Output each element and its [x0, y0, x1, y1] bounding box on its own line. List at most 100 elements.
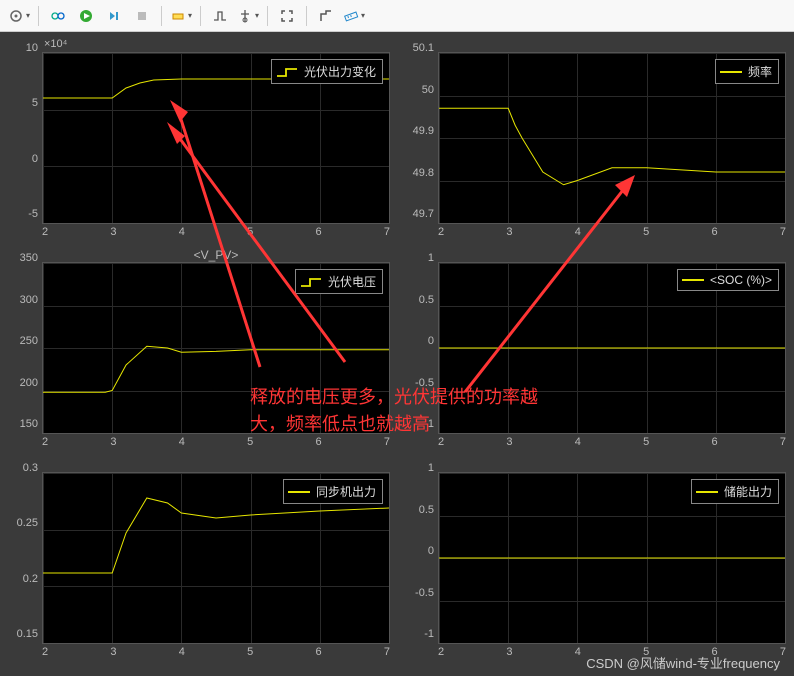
plot-multiplier — [438, 248, 786, 262]
xtick: 7 — [780, 436, 786, 448]
xtick: 4 — [575, 646, 581, 658]
legend: <SOC (%)> — [677, 269, 779, 291]
ytick: 150 — [20, 418, 38, 430]
ytick: -1 — [424, 628, 434, 640]
trigger-icon[interactable] — [313, 4, 339, 28]
ytick: 10 — [26, 42, 38, 54]
ytick: -0.5 — [415, 587, 434, 599]
step-icon — [300, 276, 322, 288]
xtick: 5 — [247, 646, 253, 658]
legend: 频率 — [715, 59, 779, 84]
xtick: 7 — [384, 436, 390, 448]
ytick: -5 — [28, 208, 38, 220]
ytick: 0.2 — [23, 573, 38, 585]
ytick: 0.3 — [23, 462, 38, 474]
xtick: 7 — [780, 226, 786, 238]
plot-title: <V_PV> — [42, 248, 390, 262]
ytick: -1 — [424, 418, 434, 430]
legend: 同步机出力 — [283, 479, 383, 504]
xtick: 7 — [384, 226, 390, 238]
fullscreen-icon[interactable] — [274, 4, 300, 28]
line-icon — [696, 491, 718, 493]
xtick: 4 — [179, 646, 185, 658]
xtick: 5 — [643, 226, 649, 238]
step-forward-icon[interactable] — [101, 4, 127, 28]
xtick: 5 — [643, 436, 649, 448]
highlight-icon[interactable]: ▾ — [168, 4, 194, 28]
legend-label: 光伏电压 — [328, 273, 376, 290]
xtick: 4 — [575, 436, 581, 448]
ytick: 0.5 — [419, 294, 434, 306]
plot-area[interactable]: 光伏出力变化 — [42, 52, 390, 224]
line-icon — [288, 491, 310, 493]
settings-icon[interactable]: ▾ — [6, 4, 32, 28]
xtick: 2 — [42, 226, 48, 238]
legend-label: <SOC (%)> — [710, 273, 772, 287]
plot-multiplier — [42, 458, 390, 472]
xtick: 6 — [712, 436, 718, 448]
plot-area[interactable]: 储能出力 — [438, 472, 786, 644]
xtick: 6 — [712, 226, 718, 238]
xtick: 2 — [438, 646, 444, 658]
line-icon — [720, 71, 742, 73]
ytick: 1 — [428, 462, 434, 474]
scope-area: 1050-5×10⁴光伏出力变化23456750.15049.949.849.7… — [0, 32, 794, 676]
plot-area[interactable]: 光伏电压 — [42, 262, 390, 434]
xtick: 3 — [506, 436, 512, 448]
xtick: 6 — [316, 646, 322, 658]
ytick: 0.5 — [419, 504, 434, 516]
ytick: 200 — [20, 377, 38, 389]
xtick: 4 — [179, 226, 185, 238]
plot-multiplier: ×10⁴ — [42, 38, 390, 52]
legend-label: 储能出力 — [724, 483, 772, 500]
ytick: 250 — [20, 335, 38, 347]
stop-icon[interactable] — [129, 4, 155, 28]
ytick: 49.9 — [413, 125, 434, 137]
xtick: 2 — [42, 436, 48, 448]
chart-sync: 0.30.250.20.15同步机出力234567 — [8, 458, 390, 658]
cursor-icon[interactable]: ▾ — [235, 4, 261, 28]
line-icon — [682, 279, 704, 281]
ytick: 1 — [428, 252, 434, 264]
xtick: 6 — [316, 436, 322, 448]
legend: 光伏电压 — [295, 269, 383, 294]
ytick: -0.5 — [415, 377, 434, 389]
run-icon[interactable] — [73, 4, 99, 28]
step-icon — [276, 66, 298, 78]
ytick: 0 — [428, 335, 434, 347]
xtick: 2 — [438, 436, 444, 448]
legend-label: 同步机出力 — [316, 483, 376, 500]
ytick: 300 — [20, 294, 38, 306]
xtick: 3 — [110, 646, 116, 658]
chart-vpv: 350300250200150<V_PV>光伏电压234567 — [8, 248, 390, 448]
ytick: 0 — [32, 153, 38, 165]
xtick: 6 — [316, 226, 322, 238]
xtick: 2 — [438, 226, 444, 238]
toolbar: ▾ ▾ ▾ ▾ — [0, 0, 794, 32]
ytick: 49.7 — [413, 208, 434, 220]
signal-icon[interactable] — [207, 4, 233, 28]
plot-area[interactable]: 同步机出力 — [42, 472, 390, 644]
chart-soc: 1 0.5 0 -0.5 -1 <SOC (%)> 2 3 4 5 6 7 — [404, 248, 786, 448]
xtick: 3 — [110, 226, 116, 238]
plot-multiplier — [438, 458, 786, 472]
xtick: 5 — [247, 226, 253, 238]
ytick: 0.25 — [17, 517, 38, 529]
chart-pv-power: 1050-5×10⁴光伏出力变化234567 — [8, 38, 390, 238]
plot-multiplier — [438, 38, 786, 52]
plot-area[interactable]: <SOC (%)> — [438, 262, 786, 434]
ruler-icon[interactable]: ▾ — [341, 4, 367, 28]
ytick: 0.15 — [17, 628, 38, 640]
xtick: 7 — [780, 646, 786, 658]
xtick: 3 — [506, 646, 512, 658]
legend: 储能出力 — [691, 479, 779, 504]
legend-label: 光伏出力变化 — [304, 63, 376, 80]
xtick: 3 — [506, 226, 512, 238]
xtick: 4 — [575, 226, 581, 238]
xtick: 4 — [179, 436, 185, 448]
layout-icon[interactable] — [45, 4, 71, 28]
ytick: 0 — [428, 545, 434, 557]
xtick: 2 — [42, 646, 48, 658]
legend: 光伏出力变化 — [271, 59, 383, 84]
plot-area[interactable]: 频率 — [438, 52, 786, 224]
